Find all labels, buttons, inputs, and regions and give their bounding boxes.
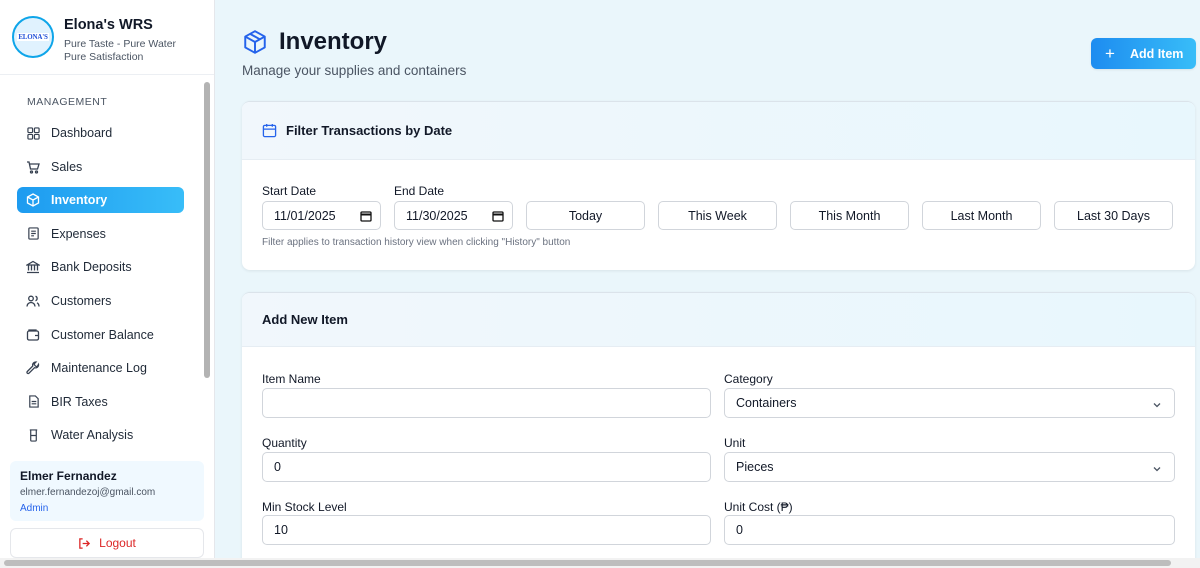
user-email: elmer.fernandezoj@gmail.com — [20, 487, 156, 498]
page-subtitle: Manage your supplies and containers — [242, 63, 467, 78]
start-date-input[interactable]: 11/01/2025 — [262, 201, 381, 230]
today-button[interactable]: Today — [526, 201, 645, 230]
receipt-icon — [26, 227, 40, 241]
document-icon — [26, 395, 40, 409]
category-label: Category — [724, 372, 773, 386]
unit-label: Unit — [724, 436, 746, 450]
min-stock-input[interactable]: 10 — [262, 515, 711, 545]
user-role: Admin — [20, 503, 49, 514]
sidebar-item-dashboard[interactable]: Dashboard — [17, 120, 184, 146]
end-date-value: 11/30/2025 — [406, 208, 468, 223]
filter-card: Filter Transactions by Date Start Date 1… — [242, 101, 1195, 270]
item-name-label: Item Name — [262, 372, 321, 386]
unit-cost-input[interactable]: 0 — [724, 515, 1175, 545]
add-item-button[interactable]: + Add Item — [1091, 38, 1196, 69]
sidebar: ELONA'S Elona's WRS Pure Taste - Pure Wa… — [0, 0, 215, 568]
unit-cost-label: Unit Cost (₱) — [724, 500, 793, 514]
sidebar-item-customer-balance[interactable]: Customer Balance — [17, 322, 184, 348]
this-month-button[interactable]: This Month — [790, 201, 909, 230]
cart-icon — [26, 160, 40, 174]
unit-cost-value: 0 — [736, 523, 743, 537]
calendar-icon — [360, 210, 372, 225]
sidebar-item-bank-deposits[interactable]: Bank Deposits — [17, 254, 184, 280]
page-header: Inventory Manage your supplies and conta… — [242, 28, 466, 78]
filter-card-header: Filter Transactions by Date — [242, 102, 1195, 160]
min-stock-label: Min Stock Level — [262, 500, 347, 514]
sidebar-item-label: BIR Taxes — [51, 394, 108, 409]
beaker-icon — [26, 428, 40, 442]
min-stock-value: 10 — [274, 523, 288, 537]
section-label: MANAGEMENT — [27, 96, 108, 108]
sidebar-item-sales[interactable]: Sales — [17, 154, 184, 180]
sidebar-item-label: Dashboard — [51, 126, 113, 140]
main-content: Inventory Manage your supplies and conta… — [215, 0, 1200, 568]
brand-tagline-1: Pure Taste - Pure Water — [64, 38, 177, 50]
chevron-down-icon — [1152, 399, 1162, 413]
logout-button[interactable]: Logout — [10, 528, 204, 558]
chevron-down-icon — [1152, 463, 1162, 477]
sidebar-item-expenses[interactable]: Expenses — [17, 221, 184, 247]
this-week-button[interactable]: This Week — [658, 201, 777, 230]
bank-icon — [26, 260, 40, 274]
plus-icon: + — [1105, 44, 1115, 63]
sidebar-item-label: Customer Balance — [51, 327, 154, 342]
last-30-days-button[interactable]: Last 30 Days — [1054, 201, 1173, 230]
brand-logo: ELONA'S — [12, 16, 54, 58]
logout-label: Logout — [99, 536, 136, 550]
sidebar-item-label: Maintenance Log — [51, 361, 147, 376]
brand-header: ELONA'S Elona's WRS Pure Taste - Pure Wa… — [0, 0, 214, 75]
sidebar-item-label: Water Analysis — [51, 428, 134, 443]
add-item-card-header: Add New Item — [242, 293, 1195, 347]
box-icon — [26, 193, 40, 207]
sidebar-item-water-analysis[interactable]: Water Analysis — [17, 422, 184, 448]
page-title: Inventory — [279, 28, 388, 55]
sidebar-item-inventory[interactable]: Inventory — [17, 187, 184, 214]
sidebar-item-maintenance-log[interactable]: Maintenance Log — [17, 355, 184, 381]
filter-title: Filter Transactions by Date — [286, 123, 453, 138]
quantity-label: Quantity — [262, 436, 307, 450]
add-item-card: Add New Item Item Name Category Containe… — [242, 292, 1195, 568]
quantity-input[interactable]: 0 — [262, 452, 711, 482]
wrench-icon — [26, 361, 40, 375]
sidebar-item-label: Expenses — [51, 226, 106, 241]
dashboard-icon — [26, 126, 40, 140]
sidebar-item-customers[interactable]: Customers — [17, 288, 184, 314]
unit-select[interactable]: Pieces — [724, 452, 1175, 482]
unit-value: Pieces — [736, 460, 774, 474]
sidebar-item-label: Inventory — [51, 193, 108, 208]
category-select[interactable]: Containers — [724, 388, 1175, 418]
user-card: Elmer Fernandez elmer.fernandezoj@gmail.… — [10, 461, 204, 521]
start-date-label: Start Date — [262, 184, 317, 198]
sidebar-item-bir-taxes[interactable]: BIR Taxes — [17, 389, 184, 415]
logout-icon — [78, 537, 91, 550]
box-icon — [242, 29, 268, 55]
sidebar-item-label: Bank Deposits — [51, 260, 132, 275]
logo-text: ELONA'S — [17, 33, 49, 41]
brand-tagline-2: Pure Satisfaction — [64, 51, 144, 63]
wallet-icon — [26, 328, 40, 342]
category-value: Containers — [736, 396, 797, 410]
filter-hint: Filter applies to transaction history vi… — [262, 237, 571, 248]
add-item-title: Add New Item — [262, 312, 348, 327]
horizontal-scrollbar[interactable] — [4, 560, 1171, 566]
last-month-button[interactable]: Last Month — [922, 201, 1041, 230]
calendar-icon — [262, 123, 277, 138]
quantity-value: 0 — [274, 460, 281, 474]
add-item-label: Add Item — [1129, 46, 1184, 61]
users-icon — [26, 294, 40, 308]
start-date-value: 11/01/2025 — [274, 208, 336, 223]
brand-name: Elona's WRS — [64, 17, 153, 33]
calendar-icon — [492, 210, 504, 225]
end-date-input[interactable]: 11/30/2025 — [394, 201, 513, 230]
sidebar-scrollbar[interactable] — [204, 82, 210, 378]
sidebar-item-label: Sales — [51, 159, 83, 174]
sidebar-item-label: Customers — [51, 293, 112, 308]
item-name-input[interactable] — [262, 388, 711, 418]
user-name: Elmer Fernandez — [20, 469, 117, 483]
end-date-label: End Date — [394, 184, 445, 198]
